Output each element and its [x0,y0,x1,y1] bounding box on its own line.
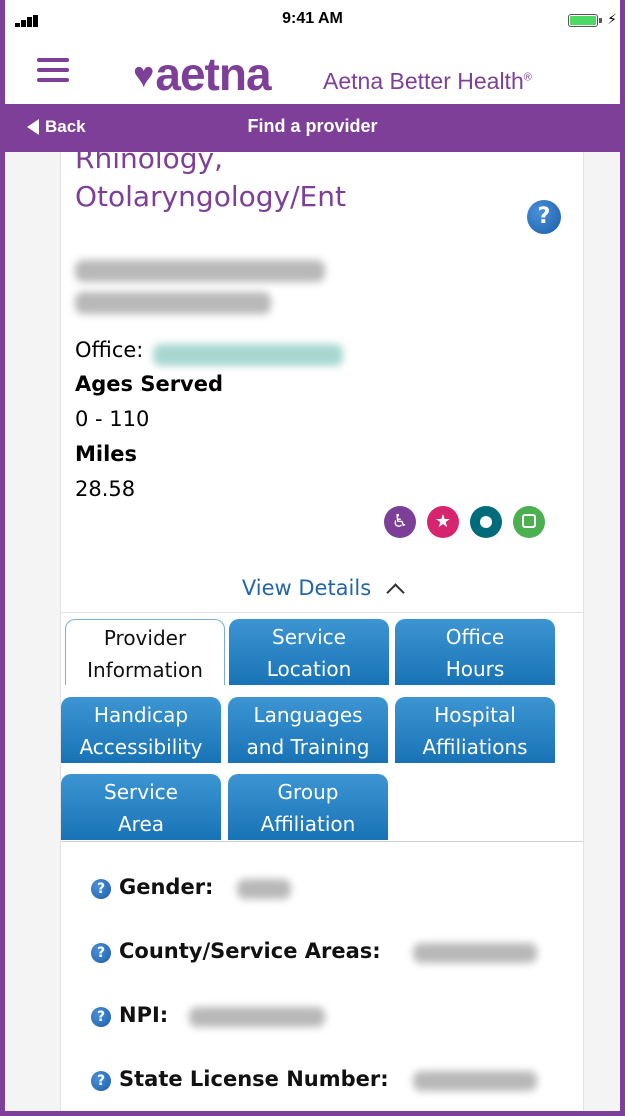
tab-languages-training[interactable]: Languages and Training [228,697,388,763]
app-header: ♥aetna Aetna Better Health® [5,44,620,104]
brand-subtitle: Aetna Better Health® [323,68,532,95]
tab-office-hours[interactable]: Office Hours [395,619,555,685]
license-label: State License Number: [119,1067,389,1091]
chevron-up-icon [386,583,405,602]
battery-icon [568,14,598,27]
license-row: ? State License Number: [91,1067,389,1091]
handicap-accessible-icon: ♿ [384,506,416,538]
provider-specialty: Rhinology, Otolaryngology/Ent [75,140,495,216]
menu-icon[interactable] [37,58,69,82]
app-frame: 9:41 AM ⚡ ♥aetna Aetna Better Health® Ba… [0,0,625,1116]
registered-mark: ® [523,71,532,84]
subtitle-text: Aetna Better Health [323,68,524,94]
county-row: ? County/Service Areas: [91,939,381,963]
help-icon[interactable]: ? [91,943,111,963]
logo-text: aetna [155,48,271,100]
license-value-redacted [413,1071,537,1091]
view-details-label: View Details [241,576,372,600]
battery-tip [599,18,602,23]
tab-service-area[interactable]: Service Area [61,774,221,840]
help-icon[interactable]: ? [91,1007,111,1027]
page-title: Find a provider [247,116,378,136]
miles-value: 28.58 [75,477,136,501]
tab-service-location[interactable]: Service Location [229,619,389,685]
provider-card: Rhinology, Otolaryngology/Ent ? Office: … [60,142,584,613]
specialty-line-1: Rhinology, [75,142,224,175]
npi-value-redacted [189,1007,325,1027]
npi-label: NPI: [119,1003,169,1027]
gender-row: ? Gender: [91,875,213,899]
county-label: County/Service Areas: [119,939,381,963]
tab-handicap-accessibility[interactable]: Handicap Accessibility [61,697,221,763]
status-bar: 9:41 AM ⚡ [5,0,620,44]
circle-icon [470,506,502,538]
ages-served-label: Ages Served [75,372,224,396]
office-label: Office: [75,338,144,362]
address-line-2-redacted [75,292,271,314]
star-icon: ★ [427,506,459,538]
heart-icon: ♥ [133,54,154,95]
npi-row: ? NPI: [91,1003,168,1027]
address-line-1-redacted [75,260,325,282]
office-phone-redacted[interactable] [153,344,343,366]
tab-divider [61,841,583,842]
county-value-redacted [413,943,537,963]
charging-icon: ⚡ [607,12,617,28]
specialty-line-2: Otolaryngology/Ent [75,180,346,213]
gender-value-redacted [237,879,291,899]
provider-detail-panel: Provider Information Service Location Offi… [60,612,584,1111]
tab-hospital-affiliations[interactable]: Hospital Affiliations [395,697,555,763]
aetna-logo: ♥aetna [133,48,272,101]
status-time: 9:41 AM [282,10,343,27]
bus-icon [513,506,545,538]
gender-label: Gender: [119,875,214,899]
miles-label: Miles [75,442,138,466]
tab-provider-information[interactable]: Provider Information [65,619,225,685]
ages-served-value: 0 - 110 [75,407,150,431]
tab-group-affiliation[interactable]: Group Affiliation [228,774,388,840]
help-icon[interactable]: ? [91,879,111,899]
help-icon[interactable]: ? [91,1071,111,1091]
help-icon[interactable]: ? [527,200,561,234]
view-details-toggle[interactable]: View Details [61,576,583,602]
main-content: Rhinology, Otolaryngology/Ent ? Office: … [5,142,620,1111]
